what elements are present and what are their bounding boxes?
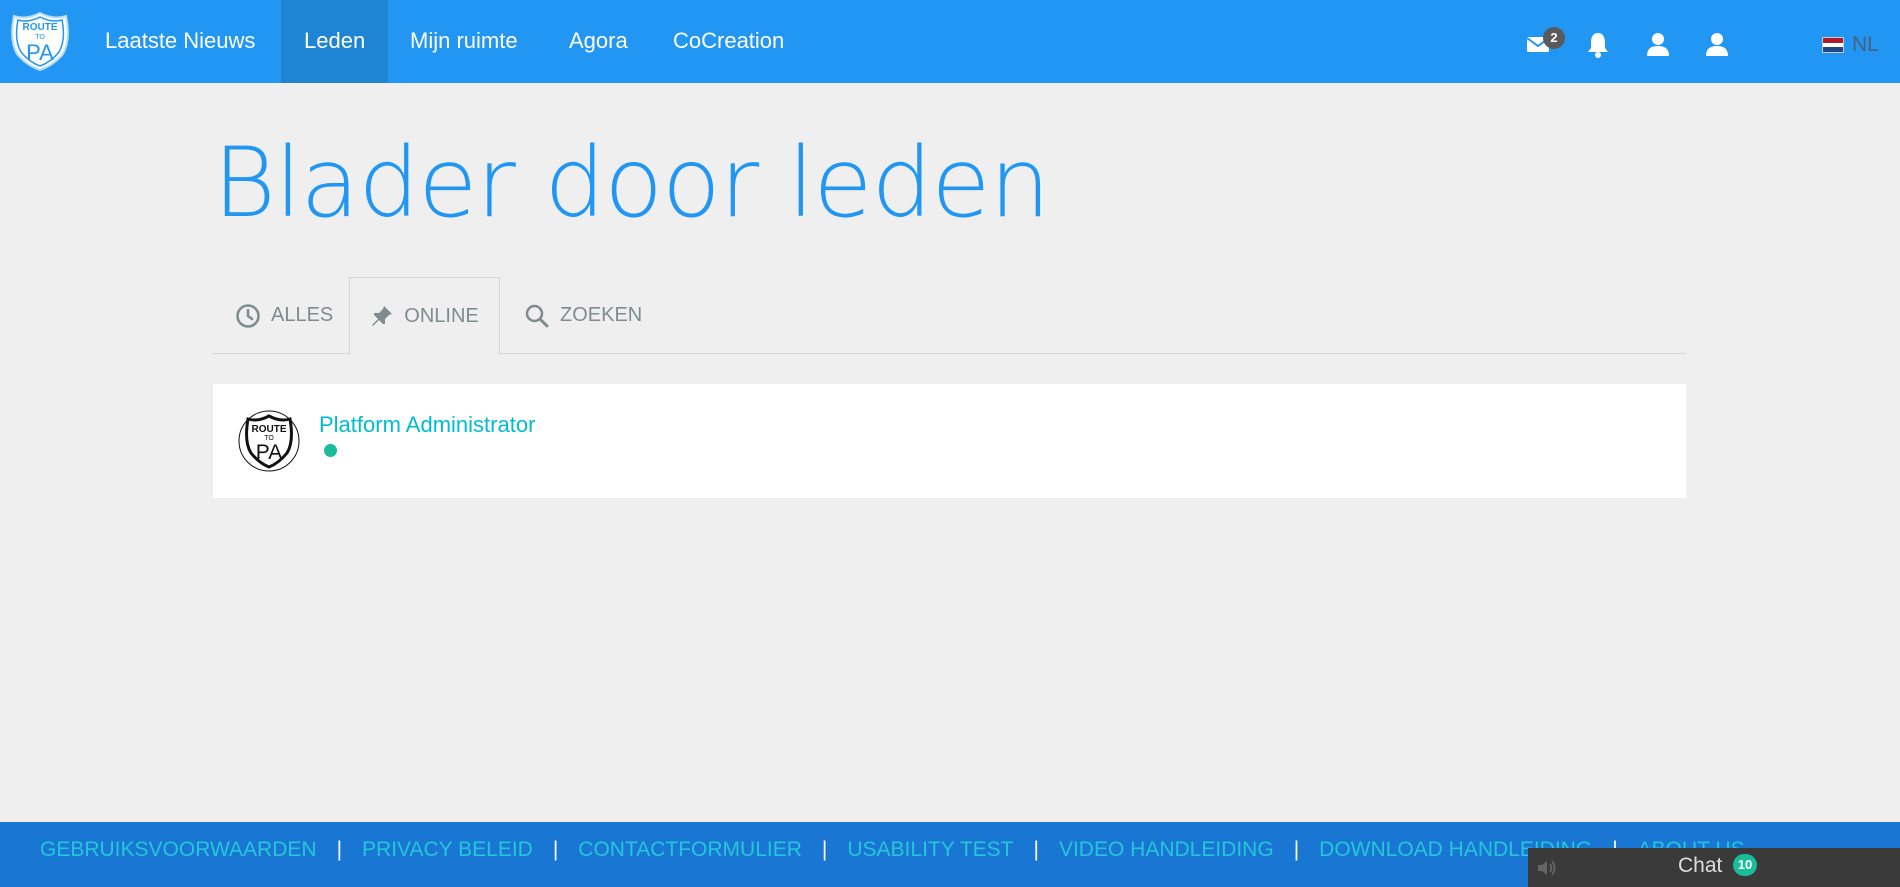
footer-separator: | (1293, 838, 1300, 861)
chat-count-badge: 10 (1733, 854, 1757, 876)
nav-item-laatste-nieuws[interactable]: Laatste Nieuws (82, 0, 278, 83)
member-card: ROUTE TO PA Platform Administrator (213, 384, 1686, 498)
search-icon (525, 304, 549, 327)
footer-separator: | (552, 838, 559, 861)
netherlands-flag-icon (1822, 37, 1844, 53)
language-selector[interactable]: NL (1822, 33, 1879, 57)
tab-alles[interactable]: ALLES (235, 277, 333, 354)
profile-icon[interactable] (1702, 29, 1732, 59)
messages-count-badge: 2 (1543, 27, 1565, 49)
pin-icon (372, 306, 393, 326)
chat-label: Chat (1678, 854, 1723, 877)
avatar-word-pa: PA (256, 441, 282, 464)
nav-item-mijn-ruimte[interactable]: Mijn ruimte (387, 0, 541, 83)
footer-separator: | (1033, 838, 1039, 861)
speaker-icon[interactable] (1536, 858, 1558, 878)
user-icon[interactable] (1643, 29, 1673, 59)
footer-links: GEBRUIKSVOORWAARDEN | PRIVACY BELEID | C… (40, 822, 1745, 880)
footer-link-contactformulier[interactable]: CONTACTFORMULIER (578, 822, 802, 880)
nav-item-cocreation[interactable]: CoCreation (650, 0, 807, 83)
language-label: NL (1852, 33, 1879, 56)
tab-online[interactable]: ONLINE (349, 277, 500, 355)
footer-link-privacy-beleid[interactable]: PRIVACY BELEID (362, 822, 533, 880)
footer-link-gebruiksvoorwaarden[interactable]: GEBRUIKSVOORWAARDEN (40, 822, 317, 880)
member-name-link[interactable]: Platform Administrator (319, 412, 535, 438)
nav-item-agora[interactable]: Agora (546, 0, 651, 83)
tab-zoeken[interactable]: ZOEKEN (524, 277, 642, 354)
footer-link-video-handleiding[interactable]: VIDEO HANDLEIDING (1059, 822, 1274, 880)
logo-word-pa: PA (26, 40, 54, 65)
tab-alles-label: ALLES (271, 304, 334, 326)
member-filter-tabs: ALLES ONLINE ZOEKEN (212, 277, 1686, 355)
logo-word-route: ROUTE (23, 22, 58, 33)
footer-separator: | (821, 838, 828, 861)
tab-zoeken-label: ZOEKEN (560, 304, 643, 326)
chat-widget[interactable]: Chat 10 (1528, 848, 1900, 887)
nav-item-leden[interactable]: Leden (281, 0, 389, 83)
top-navbar: ROUTE TO PA Laatste Nieuws Leden Mijn ru… (0, 0, 1900, 83)
clock-icon (236, 303, 260, 328)
footer-separator: | (336, 838, 343, 861)
online-status-dot (324, 444, 337, 457)
route-to-pa-logo[interactable]: ROUTE TO PA (8, 10, 72, 72)
footer-link-usability-test[interactable]: USABILITY TEST (847, 822, 1013, 880)
avatar[interactable]: ROUTE TO PA (238, 410, 300, 472)
page-title: Blader door leden (213, 127, 1050, 239)
tab-online-label: ONLINE (404, 304, 479, 327)
avatar-word-route: ROUTE (252, 424, 287, 435)
bell-icon[interactable] (1583, 29, 1613, 59)
